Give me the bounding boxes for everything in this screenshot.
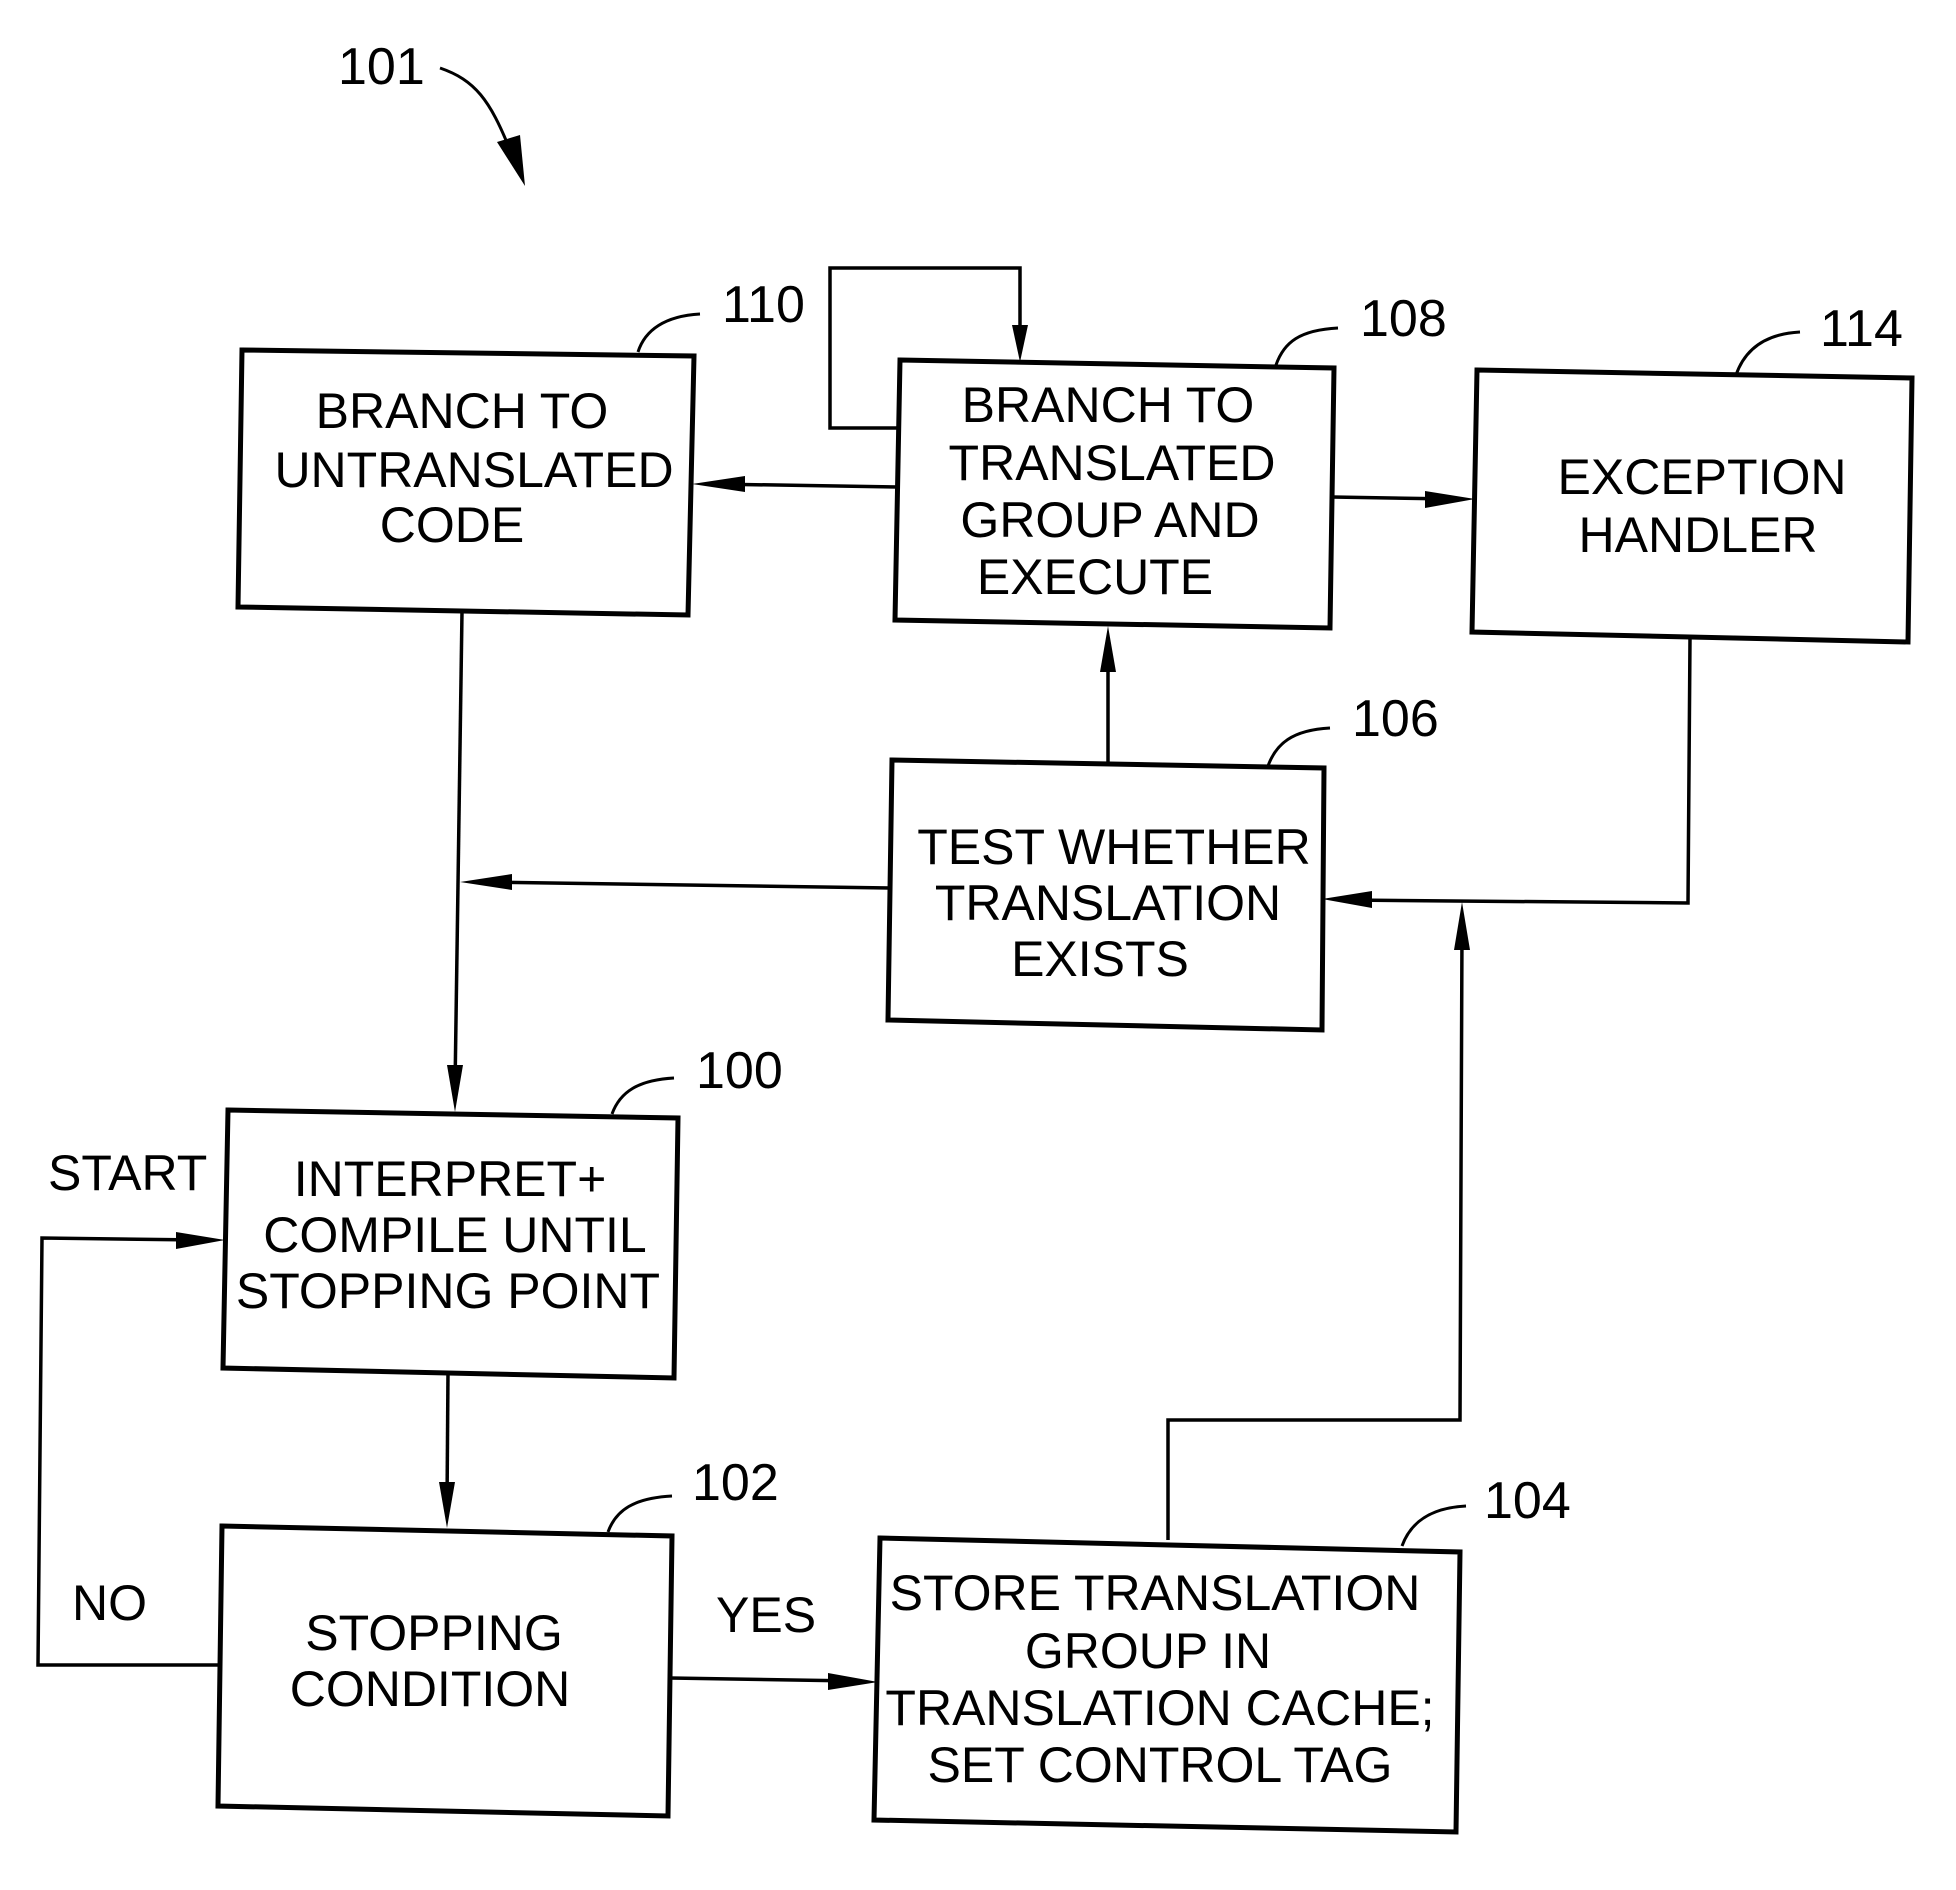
node-104-line-3: TRANSLATION CACHE;	[885, 1680, 1434, 1736]
node-104-line-2: GROUP IN	[1025, 1623, 1271, 1679]
node-108-ref: 108	[1360, 290, 1447, 348]
edge-114-to-106	[1345, 637, 1692, 905]
node-114-line-1: EXCEPTION	[1558, 449, 1847, 505]
node-102-line-1: STOPPING	[305, 1605, 562, 1661]
node-100-line-1: INTERPRET+	[294, 1151, 607, 1207]
node-110-ref: 110	[722, 276, 805, 334]
node-106-line-1: TEST WHETHER	[917, 819, 1311, 875]
node-100: INTERPRET+ COMPILE UNTIL STOPPING POINT …	[220, 1042, 783, 1381]
node-106-leader	[1266, 726, 1331, 767]
node-108-line-1: BRANCH TO	[962, 377, 1255, 433]
node-114-line-2: HANDLER	[1579, 507, 1818, 563]
edge-label-no: NO	[72, 1575, 147, 1631]
node-114-ref: 114	[1820, 300, 1903, 358]
arrowhead-up-to-106	[1454, 902, 1470, 950]
node-114-leader	[1734, 330, 1801, 376]
arrowhead-to-114	[1425, 491, 1475, 508]
node-108-leader	[1274, 326, 1339, 366]
node-100-line-3: STOPPING POINT	[236, 1263, 660, 1319]
arrowhead-106-left	[460, 874, 512, 890]
node-108-line-3: GROUP AND	[960, 492, 1259, 548]
node-106: TEST WHETHER TRANSLATION EXISTS 106	[885, 690, 1439, 1033]
node-104-line-4: SET CONTROL TAG	[928, 1737, 1393, 1793]
node-110: BRANCH TO UNTRANSLATED CODE 110	[235, 276, 805, 618]
arrowhead-to-106-from-114	[1322, 891, 1372, 908]
node-100-leader	[610, 1076, 675, 1115]
edge-106-to-untranslated-path	[481, 880, 891, 890]
node-100-line-2: COMPILE UNTIL	[263, 1207, 646, 1263]
node-110-line-2: UNTRANSLATED	[274, 442, 673, 498]
node-114-box	[1469, 367, 1915, 645]
node-104: STORE TRANSLATION GROUP IN TRANSLATION C…	[871, 1472, 1571, 1835]
node-106-ref: 106	[1352, 690, 1439, 748]
node-108-line-2: TRANSLATED	[949, 435, 1276, 491]
arrowhead-to-110	[692, 476, 745, 492]
node-110-line-1: BRANCH TO	[316, 383, 609, 439]
node-102: STOPPING CONDITION 102	[215, 1454, 779, 1819]
node-104-leader	[1400, 1504, 1467, 1547]
figure-reference-label: 101	[338, 38, 425, 96]
edge-label-start: START	[48, 1145, 207, 1201]
arrowhead-no-to-100	[176, 1232, 225, 1249]
node-108-line-4: EXECUTE	[977, 549, 1213, 605]
node-100-ref: 100	[696, 1042, 783, 1100]
flowchart: 101 BRANCH TO UNTRANSLATED CODE 110 BRAN…	[36, 38, 1915, 1835]
figure-reference-leader	[439, 66, 512, 151]
figure-reference-arrowhead	[497, 135, 525, 186]
node-102-line-2: CONDITION	[290, 1661, 571, 1717]
node-102-leader	[606, 1494, 673, 1533]
arrowhead-108-loop	[1012, 325, 1028, 362]
node-110-line-3: CODE	[380, 497, 524, 553]
node-106-line-3: EXISTS	[1011, 931, 1189, 987]
node-104-ref: 104	[1484, 1472, 1571, 1530]
node-106-line-2: TRANSLATION	[935, 875, 1281, 931]
arrowhead-yes-to-104	[828, 1673, 878, 1690]
edge-110-to-100	[453, 611, 464, 1089]
arrowhead-to-100	[447, 1065, 463, 1112]
edge-102-yes-to-104	[669, 1676, 856, 1683]
arrowhead-to-102	[439, 1482, 455, 1528]
node-104-line-1: STORE TRANSLATION	[890, 1565, 1421, 1621]
node-110-leader	[636, 312, 701, 353]
node-108: BRANCH TO TRANSLATED GROUP AND EXECUTE 1…	[892, 290, 1447, 631]
edge-label-yes: YES	[716, 1587, 816, 1643]
node-102-ref: 102	[692, 1454, 779, 1512]
arrowhead-to-108	[1100, 626, 1116, 672]
node-114: EXCEPTION HANDLER 114	[1469, 300, 1915, 645]
